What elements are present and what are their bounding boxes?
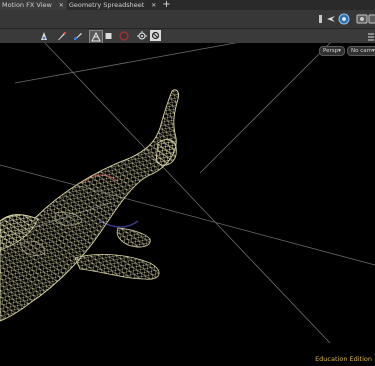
wireframe-shading-icon[interactable] xyxy=(89,30,103,44)
snapshot-icon[interactable] xyxy=(368,13,375,25)
menu-icon[interactable] xyxy=(366,31,375,41)
camera-mode-label: Persp xyxy=(323,48,339,54)
scene-viewport[interactable] xyxy=(0,43,375,366)
brush-icon[interactable] xyxy=(57,31,67,41)
close-icon[interactable]: ✕ xyxy=(59,2,64,9)
camera-select-menu[interactable]: No cam▾ xyxy=(347,46,375,56)
chevron-down-icon: ▾ xyxy=(338,48,341,54)
camera-icon[interactable] xyxy=(326,14,336,24)
tab-label: Geometry Spreadsheet xyxy=(68,1,145,9)
display-options-icon[interactable] xyxy=(338,13,350,25)
tab-geometry-spreadsheet[interactable]: Geometry Spreadsheet ✕ xyxy=(67,0,159,10)
viewer-toolbar xyxy=(0,10,375,29)
snapshot-icon[interactable] xyxy=(356,13,368,25)
pin-icon[interactable] xyxy=(316,14,326,24)
viewport-canvas xyxy=(0,43,375,344)
lights-icon[interactable] xyxy=(137,31,147,41)
background-icon[interactable] xyxy=(150,30,161,41)
select-icon[interactable] xyxy=(39,31,49,41)
chevron-down-icon: ▾ xyxy=(371,48,375,54)
hidden-icon[interactable] xyxy=(119,31,129,41)
close-icon[interactable]: ✕ xyxy=(151,2,156,9)
ground-grid xyxy=(0,43,375,344)
shading-toolbar xyxy=(0,29,375,44)
add-tab-button[interactable]: + xyxy=(162,0,170,10)
paint-icon[interactable] xyxy=(73,31,83,41)
tab-motion-fx-view[interactable]: Motion FX View ✕ xyxy=(0,0,67,10)
camera-mode-menu[interactable]: Persp▾ xyxy=(319,46,345,56)
camera-select-label: No cam xyxy=(351,48,372,54)
pane-tab-bar: Motion FX View ✕ Geometry Spreadsheet ✕ … xyxy=(0,0,375,10)
tab-label: Motion FX View xyxy=(2,1,52,9)
smooth-shading-icon[interactable] xyxy=(104,31,114,41)
edition-label: Education Edition xyxy=(315,355,372,363)
